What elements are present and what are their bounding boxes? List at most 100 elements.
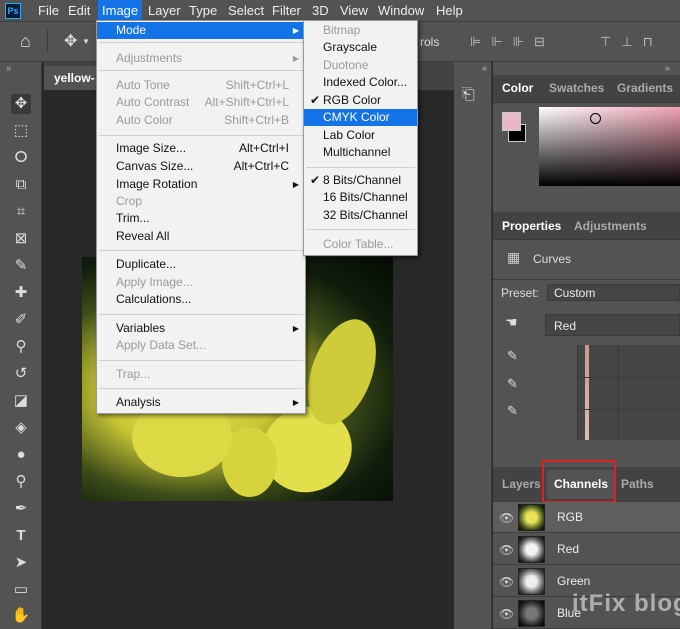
menu-item-rgb-color[interactable]: ✔ RGB Color xyxy=(304,92,417,109)
menu-item-trap[interactable]: Trap... xyxy=(97,366,305,383)
rectangle-tool-icon[interactable]: ▭ xyxy=(11,580,31,600)
pen-tool-icon[interactable]: ✒ xyxy=(11,499,31,519)
clone-stamp-icon[interactable]: ⚲ xyxy=(11,337,31,357)
menu-item-analysis[interactable]: Analysis ▶ xyxy=(97,394,305,411)
menu-item-color-table[interactable]: Color Table... xyxy=(304,236,417,253)
crop-tool-icon[interactable]: ⌗ xyxy=(11,202,31,222)
eraser-tool-icon[interactable]: ◪ xyxy=(11,391,31,411)
lasso-tool-icon[interactable]: ⵔ xyxy=(11,148,31,168)
hand-tool-icon[interactable]: ✋ xyxy=(11,606,31,626)
tab-gradients[interactable]: Gradients xyxy=(617,81,673,95)
menu-item-apply-image[interactable]: Apply Image... xyxy=(97,274,305,291)
tab-adjustments[interactable]: Adjustments xyxy=(574,219,647,233)
dodge-tool-icon[interactable]: ⚲ xyxy=(11,472,31,492)
blur-tool-icon[interactable]: ● xyxy=(11,445,31,465)
channel-row-rgb[interactable]: 👁 RGB xyxy=(493,502,680,533)
menu-image[interactable]: Image xyxy=(98,0,143,22)
menu-item-multichannel[interactable]: Multichannel xyxy=(304,144,417,161)
menu-item-canvas-size[interactable]: Canvas Size... Alt+Ctrl+C xyxy=(97,158,305,175)
menu-item-image-size[interactable]: Image Size... Alt+Ctrl+I xyxy=(97,140,305,157)
menu-item-32-bits[interactable]: 32 Bits/Channel xyxy=(304,207,417,224)
menu-item-indexed-color[interactable]: Indexed Color... xyxy=(304,74,417,91)
move-tool-icon[interactable]: ✥ xyxy=(64,31,77,51)
menu-type[interactable]: Type xyxy=(189,3,217,18)
menu-bar: Ps File Edit Image Layer Type Select Fil… xyxy=(0,0,680,22)
menu-edit[interactable]: Edit xyxy=(68,3,90,18)
menu-item-label: Duotone xyxy=(323,58,369,72)
menu-item-bitmap[interactable]: Bitmap xyxy=(304,22,417,39)
visibility-eye-icon[interactable]: 👁 xyxy=(499,575,514,589)
menu-item-16-bits[interactable]: 16 Bits/Channel xyxy=(304,189,417,206)
menu-item-variables[interactable]: Variables ▶ xyxy=(97,320,305,337)
color-picker-cursor[interactable] xyxy=(590,113,601,124)
type-tool-icon[interactable]: T xyxy=(11,526,31,546)
menu-select[interactable]: Select xyxy=(228,3,264,18)
gray-eyedropper-icon[interactable]: ✎ xyxy=(507,376,518,392)
curves-graph[interactable] xyxy=(577,345,680,440)
paint-bucket-icon[interactable]: ◈ xyxy=(11,418,31,438)
menu-item-apply-data-set[interactable]: Apply Data Set... xyxy=(97,337,305,354)
distribute-icons[interactable]: ⊤⊥⊓ xyxy=(600,34,663,50)
menu-item-image-rotation[interactable]: Image Rotation ▶ xyxy=(97,176,305,193)
menu-item-grayscale[interactable]: Grayscale xyxy=(304,39,417,56)
object-select-tool-icon[interactable]: ⧉ xyxy=(11,175,31,195)
color-picker-field[interactable] xyxy=(539,107,680,186)
tab-properties[interactable]: Properties xyxy=(502,219,561,233)
channel-select[interactable]: Red xyxy=(545,314,680,336)
menu-item-auto-contrast[interactable]: Auto Contrast Alt+Shift+Ctrl+L xyxy=(97,94,305,111)
history-brush-icon[interactable]: ↺ xyxy=(11,364,31,384)
align-icons[interactable]: ⊫⊩⊪⊟ xyxy=(470,34,555,50)
menu-3d[interactable]: 3D xyxy=(312,3,329,18)
menu-item-cmyk-color[interactable]: CMYK Color xyxy=(304,109,417,126)
menu-item-reveal-all[interactable]: Reveal All xyxy=(97,228,305,245)
document-tab[interactable]: yellow- xyxy=(44,66,100,90)
move-tool-icon[interactable]: ✥ xyxy=(11,94,31,114)
frame-tool-icon[interactable]: ⊠ xyxy=(11,229,31,249)
preset-select[interactable]: Custom xyxy=(547,284,680,301)
menu-item-label: Reveal All xyxy=(116,229,170,243)
menu-item-duotone[interactable]: Duotone xyxy=(304,57,417,74)
menu-item-lab-color[interactable]: Lab Color xyxy=(304,127,417,144)
menu-item-mode[interactable]: Mode ▶ xyxy=(97,22,305,39)
collapse-chevron-icon[interactable]: « xyxy=(482,63,487,73)
tab-paths[interactable]: Paths xyxy=(621,477,654,491)
menu-item-crop[interactable]: Crop xyxy=(97,193,305,210)
menu-item-8-bits[interactable]: ✔ 8 Bits/Channel xyxy=(304,172,417,189)
collapse-chevron-icon[interactable]: » xyxy=(665,63,670,73)
menu-item-label: 16 Bits/Channel xyxy=(323,190,408,204)
path-select-icon[interactable]: ➤ xyxy=(11,553,31,573)
menu-view[interactable]: View xyxy=(340,3,368,18)
menu-item-trim[interactable]: Trim... xyxy=(97,210,305,227)
preset-label: Preset: xyxy=(501,286,540,300)
visibility-eye-icon[interactable]: 👁 xyxy=(499,543,514,557)
visibility-eye-icon[interactable]: 👁 xyxy=(499,511,514,525)
channel-row-red[interactable]: 👁 Red xyxy=(493,534,680,565)
history-panel-icon[interactable]: ⎗ xyxy=(462,86,475,104)
menu-help[interactable]: Help xyxy=(436,3,463,18)
menu-window[interactable]: Window xyxy=(378,3,424,18)
brush-tool-icon[interactable]: ✐ xyxy=(11,310,31,330)
menu-filter[interactable]: Filter xyxy=(272,3,301,18)
menu-item-adjustments[interactable]: Adjustments ▶ xyxy=(97,50,305,67)
chevron-down-icon[interactable]: ▼ xyxy=(82,37,90,46)
menu-item-auto-color[interactable]: Auto Color Shift+Ctrl+B xyxy=(97,112,305,129)
home-icon[interactable]: ⌂ xyxy=(20,31,31,52)
healing-brush-icon[interactable]: ✚ xyxy=(11,283,31,303)
menu-layer[interactable]: Layer xyxy=(148,3,181,18)
menu-item-duplicate[interactable]: Duplicate... xyxy=(97,256,305,273)
tab-layers[interactable]: Layers xyxy=(502,477,541,491)
black-eyedropper-icon[interactable]: ✎ xyxy=(507,348,518,364)
marquee-tool-icon[interactable]: ⬚ xyxy=(11,121,31,141)
collapse-chevron-icon[interactable]: » xyxy=(6,63,11,73)
eyedropper-tool-icon[interactable]: ✎ xyxy=(11,256,31,276)
white-eyedropper-icon[interactable]: ✎ xyxy=(507,403,518,419)
menu-file[interactable]: File xyxy=(38,3,59,18)
menu-item-label: Indexed Color... xyxy=(323,75,408,89)
target-adjust-icon[interactable]: ☚ xyxy=(505,314,518,331)
foreground-color-swatch[interactable] xyxy=(502,112,521,131)
menu-item-calculations[interactable]: Calculations... xyxy=(97,291,305,308)
tab-swatches[interactable]: Swatches xyxy=(549,81,604,95)
tab-color[interactable]: Color xyxy=(502,81,533,95)
visibility-eye-icon[interactable]: 👁 xyxy=(499,607,514,621)
menu-item-auto-tone[interactable]: Auto Tone Shift+Ctrl+L xyxy=(97,77,305,94)
